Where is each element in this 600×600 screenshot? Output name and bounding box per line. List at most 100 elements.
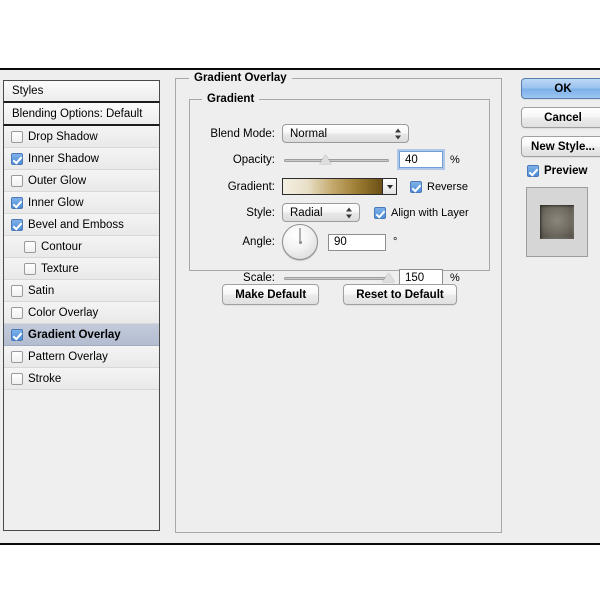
- defaults-button-row: Make Default Reset to Default: [189, 284, 490, 305]
- blending-options-row[interactable]: Blending Options: Default: [3, 103, 160, 126]
- cancel-label: Cancel: [544, 111, 582, 124]
- opacity-value: 40: [405, 153, 418, 166]
- angle-input[interactable]: 90: [328, 233, 386, 251]
- style-checkbox-gradient-overlay[interactable]: [11, 328, 23, 341]
- opacity-slider-track: [284, 158, 389, 162]
- style-row-inner-shadow[interactable]: Inner Shadow: [4, 148, 159, 170]
- style-row-satin[interactable]: Satin: [4, 280, 159, 302]
- reverse-label: Reverse: [427, 180, 468, 193]
- preview-thumbnail: [526, 187, 588, 257]
- style-row-label: Pattern Overlay: [28, 350, 108, 363]
- opacity-slider-thumb[interactable]: [320, 153, 333, 166]
- opacity-slider[interactable]: [284, 153, 389, 167]
- reverse-checkbox-box[interactable]: [410, 180, 422, 193]
- style-checkbox-drop-shadow[interactable]: [11, 130, 23, 143]
- angle-dial[interactable]: [282, 224, 318, 260]
- preview-thumbnail-swatch: [540, 205, 574, 239]
- align-with-layer-checkbox-box[interactable]: [374, 206, 386, 219]
- chevron-updown-icon: [395, 127, 402, 140]
- style-row-label: Contour: [41, 240, 82, 253]
- preview-label: Preview: [544, 165, 588, 177]
- style-row-outer-glow[interactable]: Outer Glow: [4, 170, 159, 192]
- scale-slider[interactable]: [284, 271, 389, 285]
- gradient-dropdown-arrow-icon[interactable]: [382, 179, 396, 194]
- style-checkbox-satin[interactable]: [11, 284, 23, 297]
- blend-mode-label: Blend Mode:: [210, 127, 275, 140]
- style-checkbox-bevel-and-emboss[interactable]: [11, 218, 23, 231]
- style-checkbox-stroke[interactable]: [11, 372, 23, 385]
- style-row-gradient-overlay[interactable]: Gradient Overlay: [4, 324, 159, 346]
- angle-label: Angle:: [242, 236, 275, 248]
- align-with-layer-checkbox[interactable]: Align with Layer: [374, 206, 469, 219]
- reset-to-default-button[interactable]: Reset to Default: [343, 284, 457, 305]
- style-row-drop-shadow[interactable]: Drop Shadow: [4, 126, 159, 148]
- dialog-button-column: OK Cancel New Style... Preview: [521, 78, 600, 257]
- blend-mode-select[interactable]: Normal: [282, 124, 409, 143]
- style-row-label: Stroke: [28, 372, 62, 385]
- reset-to-default-label: Reset to Default: [356, 288, 444, 301]
- ok-button[interactable]: OK: [521, 78, 600, 99]
- style-row-label: Outer Glow: [28, 174, 87, 187]
- reverse-checkbox[interactable]: Reverse: [410, 180, 468, 193]
- style-checkbox-contour[interactable]: [24, 240, 36, 253]
- opacity-unit: %: [450, 153, 460, 166]
- opacity-row: Opacity: 40 %: [190, 151, 489, 168]
- preview-checkbox-box[interactable]: [527, 165, 539, 177]
- style-checkbox-inner-shadow[interactable]: [11, 152, 23, 165]
- style-row-texture[interactable]: Texture: [4, 258, 159, 280]
- angle-dial-needle: [299, 228, 301, 242]
- style-row-label: Inner Shadow: [28, 152, 99, 165]
- style-checkbox-pattern-overlay[interactable]: [11, 350, 23, 363]
- style-row-color-overlay[interactable]: Color Overlay: [4, 302, 159, 324]
- style-row-label: Gradient Overlay: [28, 328, 121, 341]
- style-row-pattern-overlay[interactable]: Pattern Overlay: [4, 346, 159, 368]
- gradient-group-title: Gradient: [202, 93, 260, 105]
- style-row-label: Bevel and Emboss: [28, 218, 124, 231]
- opacity-input[interactable]: 40: [399, 151, 443, 168]
- style-row-bevel-and-emboss[interactable]: Bevel and Emboss: [4, 214, 159, 236]
- styles-panel-title: Styles: [12, 85, 44, 97]
- style-row-label: Inner Glow: [28, 196, 84, 209]
- ok-label: OK: [554, 82, 572, 95]
- style-row-stroke[interactable]: Stroke: [4, 368, 159, 390]
- styles-panel: Styles Blending Options: Default Drop Sh…: [3, 80, 160, 535]
- angle-unit: °: [393, 236, 398, 248]
- new-style-button[interactable]: New Style...: [521, 136, 600, 157]
- blending-options-label: Blending Options: Default: [12, 107, 143, 120]
- chevron-updown-icon: [346, 206, 353, 219]
- style-row-contour[interactable]: Contour: [4, 236, 159, 258]
- scale-label: Scale:: [243, 271, 275, 284]
- blend-mode-row: Blend Mode: Normal: [190, 124, 489, 143]
- gradient-style-select[interactable]: Radial: [282, 203, 360, 222]
- style-row-label: Satin: [28, 284, 55, 297]
- gradient-preview-swatch[interactable]: [283, 179, 382, 194]
- opacity-label: Opacity:: [232, 153, 275, 166]
- new-style-label: New Style...: [531, 140, 595, 153]
- align-with-layer-label: Align with Layer: [391, 206, 469, 219]
- angle-dial-hub: [298, 240, 302, 244]
- style-checkbox-inner-glow[interactable]: [11, 196, 23, 209]
- angle-row: Angle: 90 °: [190, 224, 489, 260]
- gradient-swatch-row: Gradient: Reverse: [190, 178, 489, 195]
- layer-style-dialog: Styles Blending Options: Default Drop Sh…: [0, 68, 600, 545]
- style-checkbox-outer-glow[interactable]: [11, 174, 23, 187]
- style-checkbox-texture[interactable]: [24, 262, 36, 275]
- scale-slider-thumb[interactable]: [383, 271, 396, 284]
- gradient-picker[interactable]: [282, 178, 397, 195]
- gradient-style-row: Style: Radial Align with Layer: [190, 203, 489, 222]
- style-row-label: Color Overlay: [28, 306, 99, 319]
- style-row-label: Drop Shadow: [28, 130, 98, 143]
- style-row-inner-glow[interactable]: Inner Glow: [4, 192, 159, 214]
- gradient-overlay-title: Gradient Overlay: [189, 72, 292, 84]
- preview-checkbox[interactable]: Preview: [527, 165, 600, 177]
- make-default-button[interactable]: Make Default: [222, 284, 320, 305]
- gradient-label: Gradient:: [227, 180, 275, 193]
- scale-slider-track: [284, 276, 389, 280]
- gradient-style-value: Radial: [290, 206, 323, 219]
- scale-unit: %: [450, 271, 460, 284]
- styles-panel-header: Styles: [3, 80, 160, 103]
- gradient-overlay-panel: Gradient Overlay Gradient Blend Mode: No…: [175, 72, 502, 533]
- style-row-label: Texture: [41, 262, 79, 275]
- style-checkbox-color-overlay[interactable]: [11, 306, 23, 319]
- cancel-button[interactable]: Cancel: [521, 107, 600, 128]
